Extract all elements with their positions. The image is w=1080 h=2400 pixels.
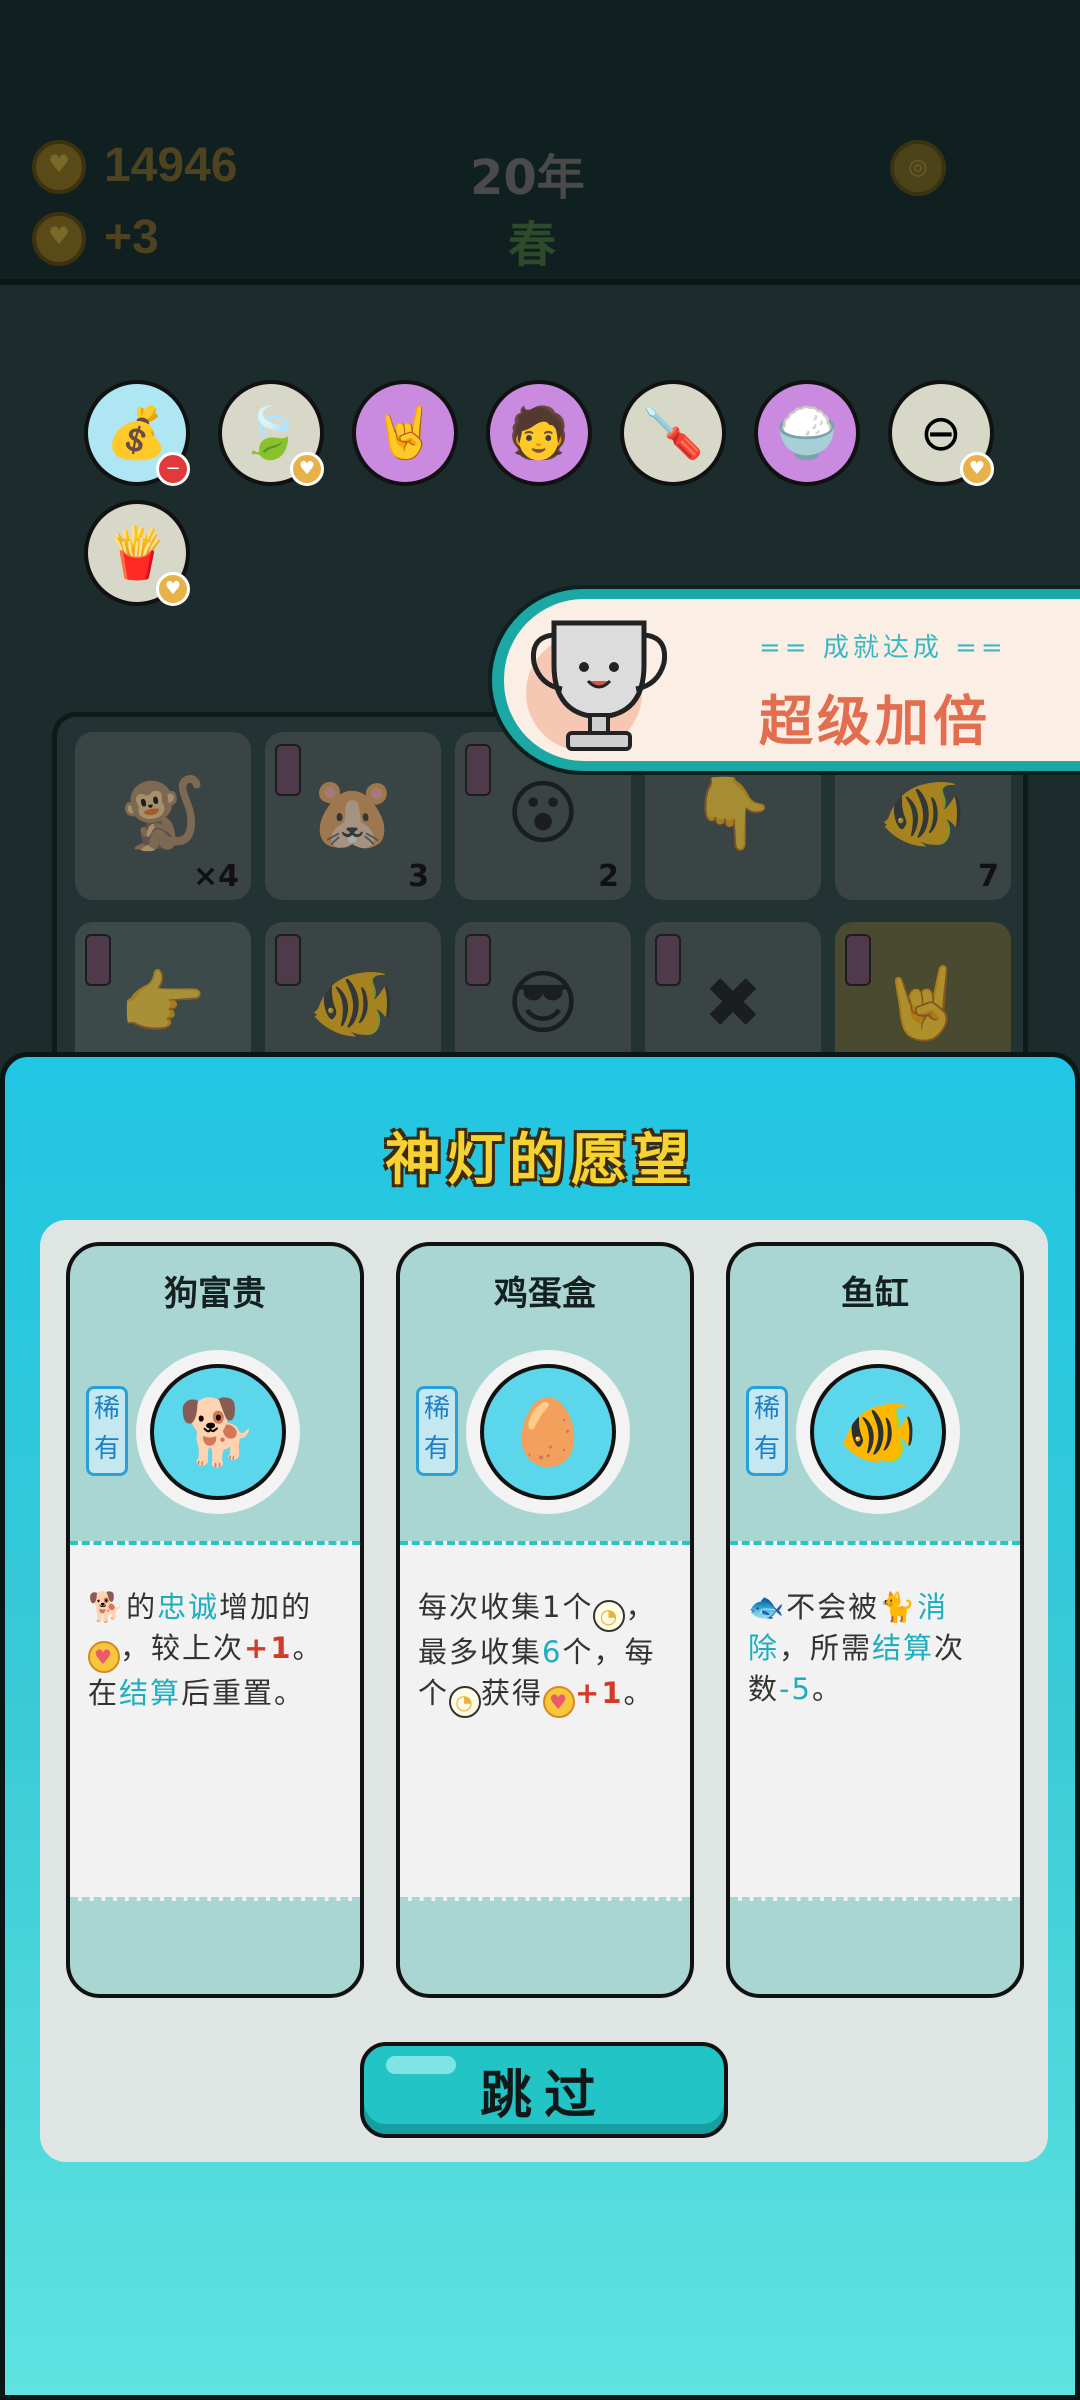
desc-text: 。 (292, 1631, 324, 1665)
fries-icon[interactable]: 🍟 ♥ (84, 500, 190, 606)
fish-tank-icon: 🐠 (810, 1364, 946, 1500)
card-area: 狗富贵 稀有 🐕 🐕的忠诚增加的♥ ，较上次+1。 在结算后重置。 鸡蛋盒 稀有 🥚… (40, 1220, 1048, 2162)
achievement-subtitle: == 成就达成 == (759, 633, 1007, 663)
minus-circle-icon[interactable]: ⊖ ♥ (888, 380, 994, 486)
season-label: 春 (508, 217, 557, 273)
rock-hand-icon[interactable]: 🤘 (352, 380, 458, 486)
money-bag-icon[interactable]: 💰 − (84, 380, 190, 486)
multiplier-head-icon[interactable]: 🧑 (486, 380, 592, 486)
minus-badge-icon: − (156, 452, 190, 486)
desc-text: 。 (623, 1676, 655, 1710)
achievement-title: 超级加倍 (759, 690, 991, 753)
egg-icon: ◔ (449, 1686, 482, 1718)
bonus-value: +1 (575, 1676, 624, 1710)
panel-title: 神灯的愿望 (385, 1128, 695, 1193)
gold-count: 14946 (104, 139, 238, 192)
year-label: 20年 (470, 150, 585, 206)
card-description: 每次收集1个 ◔ ，最多收集6个，每个 ◔ 获得 ♥ +1。 (400, 1541, 690, 1901)
wish-card-egg-box[interactable]: 鸡蛋盒 稀有 🥚 每次收集1个 ◔ ，最多收集6个，每个 ◔ 获得 ♥ +1。 (396, 1242, 694, 1998)
income-count: +3 (104, 211, 159, 264)
coin-badge-icon: ♥ (290, 452, 324, 486)
keyword: 忠诚 (157, 1590, 220, 1624)
rice-bowls-icon[interactable]: 🍚 (754, 380, 860, 486)
card-name: 鱼缸 (841, 1274, 909, 1314)
card-name: 鸡蛋盒 (494, 1274, 596, 1314)
egg-icon: ◔ (593, 1600, 626, 1632)
wish-card-dog[interactable]: 狗富贵 稀有 🐕 🐕的忠诚增加的♥ ，较上次+1。 在结算后重置。 (66, 1242, 364, 1998)
desc-text: ，所需 (779, 1631, 873, 1665)
skip-button[interactable]: 跳过 (360, 2042, 728, 2138)
rarity-badge: 稀有 (746, 1386, 788, 1476)
desc-text: 在 (88, 1676, 120, 1710)
rarity-badge: 稀有 (416, 1386, 458, 1476)
income-coin-icon (32, 212, 86, 266)
achievement-toast: == 成就达成 == 超级加倍 (488, 585, 1080, 775)
leaf-icon[interactable]: 🍃 ♥ (218, 380, 324, 486)
menu-coin-icon[interactable]: ◎ (890, 140, 946, 196)
symbol-icon: 🐈 (879, 1590, 918, 1624)
desc-text: ，较上次 (120, 1631, 245, 1665)
board-tile: 🐒 ×4 (75, 732, 251, 900)
wish-card-fish-tank[interactable]: 鱼缸 稀有 🐠 🐟不会被🐈消除，所需结算次数-5。 (726, 1242, 1024, 1998)
card-description: 🐟不会被🐈消除，所需结算次数-5。 (730, 1541, 1020, 1901)
desc-text: 增加的 (219, 1590, 313, 1624)
board-tile: 🐹 3 (265, 732, 441, 900)
symbol-icon: 🐕 (88, 1590, 127, 1624)
card-name: 狗富贵 (164, 1274, 266, 1314)
keyword: 结算 (872, 1631, 935, 1665)
desc-text: 不会被 (786, 1590, 880, 1624)
desc-text: 每次收集1个 (418, 1590, 594, 1624)
keyword: -5 (779, 1672, 812, 1706)
top-bar: 14946 +3 20年 春 ◎ (0, 0, 1080, 285)
gold-coin-icon (32, 140, 86, 194)
keyword: 6 (542, 1635, 563, 1669)
coin-badge-icon: ♥ (960, 452, 994, 486)
coin-icon: ♥ (88, 1641, 120, 1673)
card-description: 🐕的忠诚增加的 ♥ ，较上次+1。在结算后重置。 (70, 1541, 360, 1901)
desc-text: 。 (811, 1672, 843, 1706)
bonus-value: +1 (244, 1631, 293, 1665)
coin-badge-icon: ♥ (156, 572, 190, 606)
rich-dog-icon: 🐕 (150, 1364, 286, 1500)
desc-text: 后重置。 (181, 1676, 306, 1710)
egg-box-icon: 🥚 (480, 1364, 616, 1500)
desc-text: 的 (126, 1590, 158, 1624)
trophy-icon (526, 620, 668, 751)
desc-text: 获得 (481, 1676, 544, 1710)
symbol-icon: 🐟 (748, 1590, 787, 1624)
coin-icon: ♥ (543, 1686, 576, 1718)
rarity-badge: 稀有 (86, 1386, 128, 1476)
screwdriver-icon[interactable]: 🪛 (620, 380, 726, 486)
keyword: 结算 (119, 1676, 182, 1710)
wish-panel: 神灯的愿望 狗富贵 稀有 🐕 🐕的忠诚增加的♥ ，较上次+1。 在结算后重置。 鸡蛋… (0, 1052, 1080, 2400)
